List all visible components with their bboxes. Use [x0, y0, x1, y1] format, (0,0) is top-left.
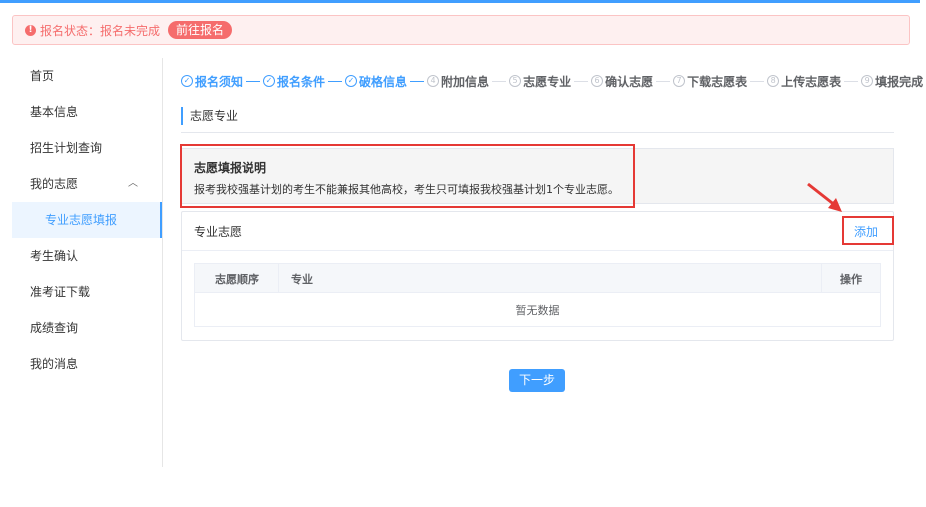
sidebar-item-label: 考生确认: [30, 249, 79, 263]
step-connector: [750, 80, 765, 82]
sidebar-item-label: 我的志愿: [30, 177, 79, 191]
status-text: 报名状态：报名未完成: [40, 23, 161, 38]
step-label: 报名须知: [195, 74, 244, 89]
step-label: 志愿专业: [523, 74, 572, 89]
column-header: 志愿顺序: [215, 273, 259, 286]
check-circle-icon: ✓: [345, 75, 358, 87]
number-circle-icon: 4: [427, 75, 440, 87]
step-label: 确认志愿: [605, 74, 654, 89]
sidebar-item-basic-info[interactable]: 基本信息: [12, 94, 162, 130]
sidebar-item-confirm[interactable]: 考生确认: [12, 238, 162, 274]
section-title: 志愿专业: [181, 107, 238, 125]
step-connector: [246, 80, 261, 82]
step-label: 下载志愿表: [687, 74, 748, 89]
sidebar-item-label: 基本信息: [30, 105, 79, 119]
step-connector: [410, 80, 425, 82]
step-connector: [844, 80, 859, 82]
step-1: ✓ 报名须知: [181, 73, 243, 90]
table-header: 志愿顺序 专业 操作: [195, 264, 880, 293]
step-7: 7 下载志愿表: [673, 73, 747, 90]
empty-text: 暂无数据: [515, 304, 560, 317]
sidebar-item-messages[interactable]: 我的消息: [12, 346, 162, 382]
progress-steps: ✓ 报名须知 ✓ 报名条件 ✓ 破格信息 4 附加信息 5 志愿专业 6 确认志愿 7 下载志…: [181, 72, 923, 90]
step-5: 5 志愿专业: [509, 73, 571, 90]
step-label: 报名条件: [277, 74, 326, 89]
step-9: 9 填报完成: [861, 73, 923, 90]
sidebar-item-home[interactable]: 首页: [12, 58, 162, 94]
number-circle-icon: 6: [591, 75, 604, 87]
step-connector: [656, 80, 671, 82]
step-3: ✓ 破格信息: [345, 73, 407, 90]
highlight-box: [842, 216, 894, 245]
sidebar-item-admission-ticket[interactable]: 准考证下载: [12, 274, 162, 310]
step-connector: [328, 80, 343, 82]
step-connector: [492, 80, 507, 82]
sidebar-item-my-volunteer[interactable]: 我的志愿 ︿: [12, 166, 162, 202]
next-button[interactable]: 下一步: [509, 369, 565, 392]
sidebar-item-label: 准考证下载: [30, 285, 91, 299]
check-circle-icon: ✓: [263, 75, 276, 87]
step-2: ✓ 报名条件: [263, 73, 325, 90]
volunteer-table: 志愿顺序 专业 操作 暂无数据: [194, 263, 881, 327]
sidebar-item-label: 招生计划查询: [30, 141, 103, 155]
sidebar-item-label: 专业志愿填报: [45, 213, 118, 227]
registration-status-alert: ! 报名状态：报名未完成 前往报名: [12, 15, 910, 45]
highlight-box: [180, 144, 635, 208]
number-circle-icon: 7: [673, 75, 686, 87]
column-separator: [278, 264, 279, 292]
chevron-up-icon: ︿: [128, 178, 138, 189]
check-circle-icon: ✓: [181, 75, 193, 87]
sidebar-item-label: 成绩查询: [30, 321, 79, 335]
step-label: 破格信息: [359, 74, 408, 89]
step-6: 6 确认志愿: [591, 73, 653, 90]
step-connector: [574, 80, 589, 82]
info-icon: !: [25, 24, 36, 36]
card-title: 专业志愿: [194, 225, 243, 239]
sidebar-item-label: 首页: [30, 69, 55, 83]
red-arrow-icon: [807, 182, 842, 212]
number-circle-icon: 9: [861, 75, 874, 87]
sidebar-item-label: 我的消息: [30, 357, 79, 371]
sidebar-item-score-query[interactable]: 成绩查询: [12, 310, 162, 346]
sidebar-item-major-volunteer[interactable]: 专业志愿填报: [12, 202, 162, 238]
step-label: 填报完成: [875, 74, 924, 89]
column-header: 操作: [840, 273, 862, 286]
step-8: 8 上传志愿表: [767, 73, 841, 90]
column-separator: [821, 264, 822, 292]
card-header: 专业志愿 添加: [182, 212, 893, 251]
step-label: 上传志愿表: [781, 74, 842, 89]
column-header: 专业: [291, 273, 313, 286]
divider: [181, 132, 894, 133]
number-circle-icon: 8: [767, 75, 780, 87]
sidebar-item-plan-query[interactable]: 招生计划查询: [12, 130, 162, 166]
number-circle-icon: 5: [509, 75, 522, 87]
step-4: 4 附加信息: [427, 73, 489, 90]
go-register-button[interactable]: 前往报名: [168, 21, 233, 39]
step-label: 附加信息: [441, 74, 490, 89]
sidebar: 首页 基本信息 招生计划查询 我的志愿 ︿ 专业志愿填报 考生确认 准考证下载 成…: [12, 58, 163, 467]
top-accent-line: [0, 0, 920, 3]
